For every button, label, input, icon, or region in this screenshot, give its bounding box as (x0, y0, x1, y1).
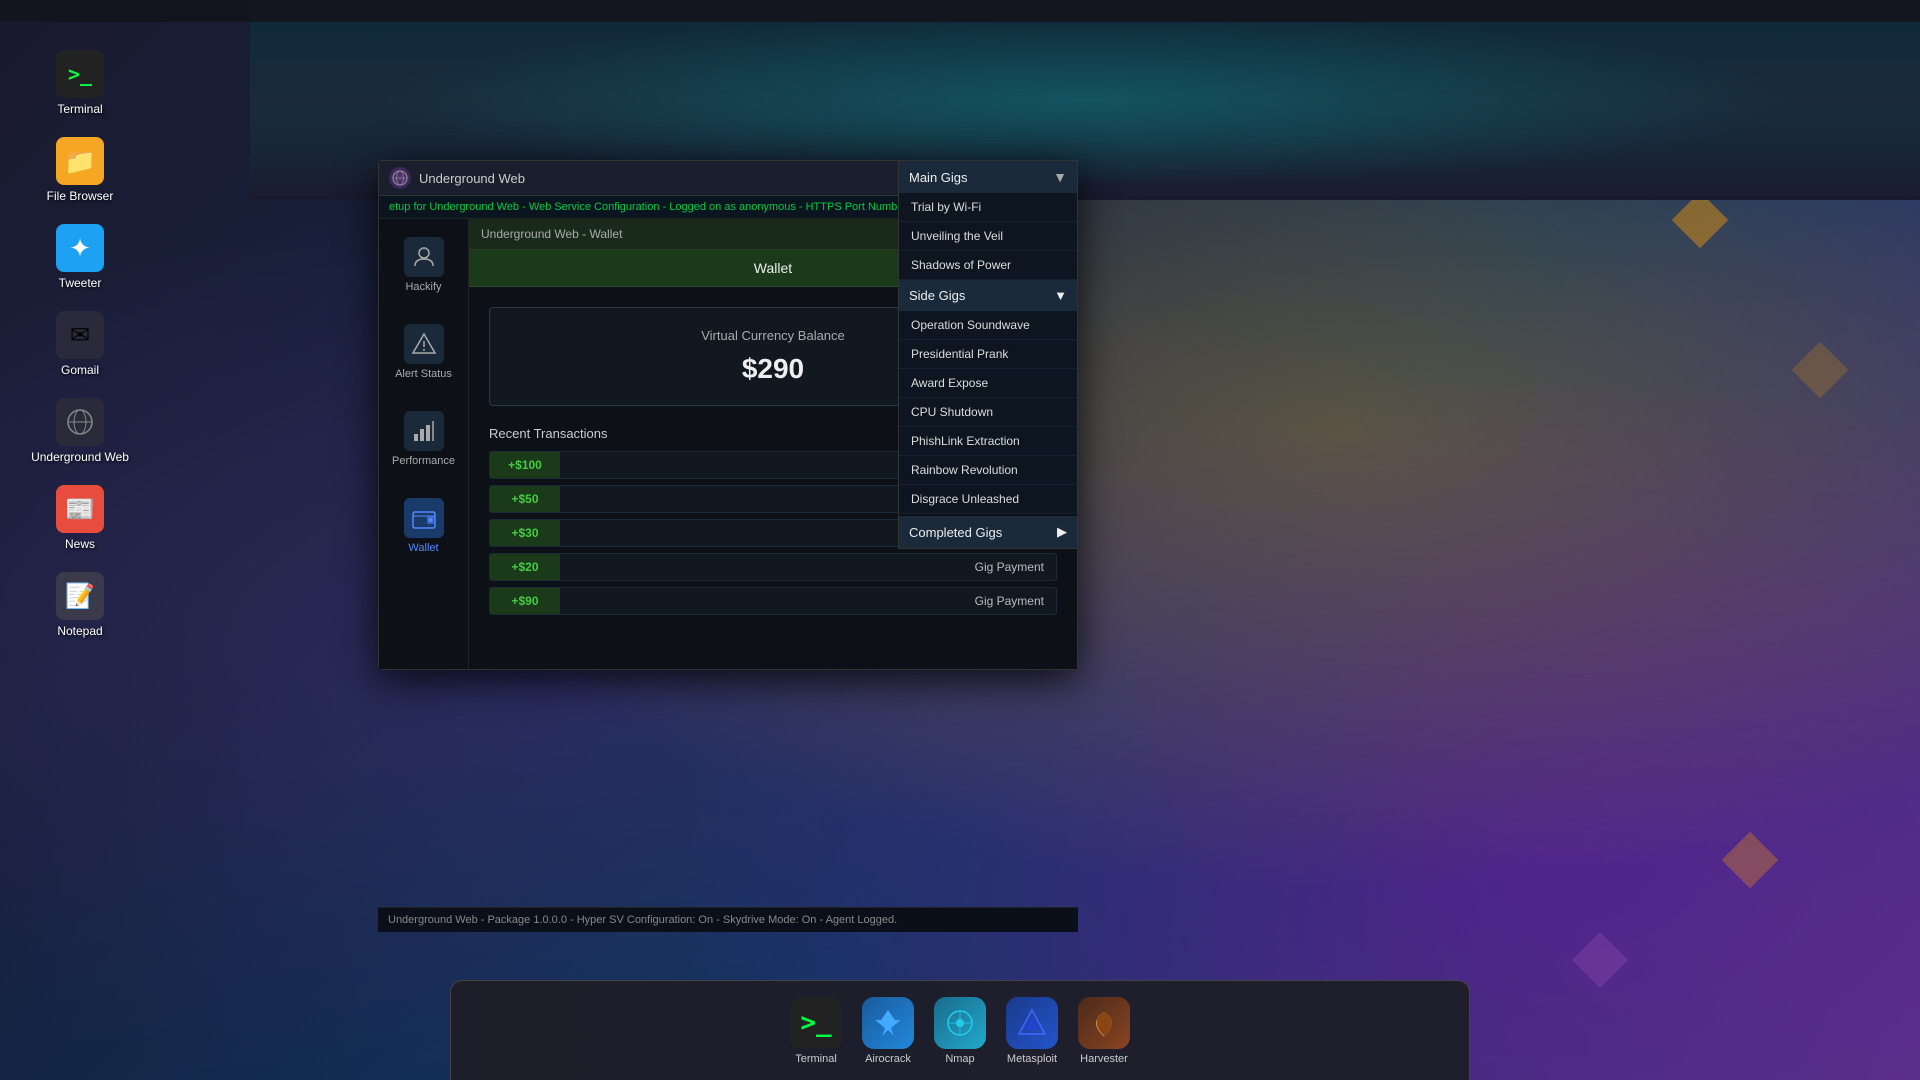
desktop-icon-filebrowser[interactable]: 📁 File Browser (0, 129, 160, 211)
side-gigs-list: Operation SoundwavePresidential PrankAwa… (899, 311, 1077, 514)
decoration-diamond-1 (1672, 192, 1729, 249)
terminal-taskbar-label: Terminal (795, 1053, 837, 1065)
underground-label: Underground Web (31, 450, 129, 464)
sidebar-item-hackify[interactable]: Hackify (384, 229, 464, 301)
gomail-label: Gomail (61, 363, 99, 377)
tx-desc-4: Gig Payment (560, 588, 1056, 614)
wallet-label: Wallet (408, 542, 438, 554)
taskbar-item-airocrack[interactable]: Airocrack (862, 997, 914, 1065)
top-bar (0, 0, 1920, 22)
completed-gigs-label: Completed Gigs (909, 525, 1002, 540)
sidebar-item-performance[interactable]: Performance (384, 403, 464, 475)
app-icon (389, 167, 411, 189)
main-gigs-label: Main Gigs (909, 170, 968, 185)
taskbar-item-terminal[interactable]: >_ Terminal (790, 997, 842, 1065)
side-gig-disgrace[interactable]: Disgrace Unleashed (899, 485, 1077, 514)
sidebar-item-alert[interactable]: Alert Status (384, 316, 464, 388)
main-gig-trial-wifi[interactable]: Trial by Wi-Fi (899, 193, 1077, 222)
tx-desc-3: Gig Payment (560, 554, 1056, 580)
desktop-icon-gomail[interactable]: ✉ Gomail (0, 303, 160, 385)
gomail-icon: ✉ (56, 311, 104, 359)
desktop-icon-underground[interactable]: Underground Web (0, 390, 160, 472)
address-text: etup for Underground Web - Web Service C… (389, 201, 979, 213)
side-gig-prank[interactable]: Presidential Prank (899, 340, 1077, 369)
hackify-label: Hackify (405, 281, 441, 293)
side-gig-soundwave[interactable]: Operation Soundwave (899, 311, 1077, 340)
notepad-label: Notepad (57, 624, 102, 638)
main-gigs-header[interactable]: Main Gigs ▼ (899, 161, 1077, 193)
terminal-label: Terminal (57, 102, 102, 116)
side-gigs-label: Side Gigs (909, 288, 965, 303)
alert-label: Alert Status (395, 368, 452, 380)
side-gig-award[interactable]: Award Expose (899, 369, 1077, 398)
main-gigs-list: Trial by Wi-FiUnveiling the VeilShadows … (899, 193, 1077, 280)
completed-gigs-arrow: ▶ (1057, 524, 1067, 540)
tx-amount-0: +$100 (490, 452, 560, 478)
filebrowser-icon: 📁 (56, 137, 104, 185)
gigs-panel: Main Gigs ▼ Trial by Wi-FiUnveiling the … (898, 160, 1078, 549)
app-sidebar: Hackify Alert Status (379, 219, 469, 669)
alert-icon (404, 324, 444, 364)
taskbar-item-nmap[interactable]: Nmap (934, 997, 986, 1065)
status-text: Underground Web - Package 1.0.0.0 - Hype… (388, 914, 897, 926)
tx-amount-4: +$90 (490, 588, 560, 614)
nmap-taskbar-label: Nmap (945, 1053, 974, 1065)
underground-icon (56, 398, 104, 446)
tx-amount-2: +$30 (490, 520, 560, 546)
main-gig-unveiling[interactable]: Unveiling the Veil (899, 222, 1077, 251)
news-icon: 📰 (56, 485, 104, 533)
side-gigs-header[interactable]: Side Gigs ▼ (899, 280, 1077, 311)
decoration-diamond-2 (1792, 342, 1849, 399)
wallet-icon (404, 498, 444, 538)
decoration-diamond-4 (1572, 932, 1629, 989)
side-gig-cpu[interactable]: CPU Shutdown (899, 398, 1077, 427)
tweeter-label: Tweeter (59, 276, 102, 290)
taskbar: >_ Terminal Airocrack Nmap Metasploit Harvest… (450, 980, 1470, 1080)
desktop-icon-news[interactable]: 📰 News (0, 477, 160, 559)
main-gigs-arrow: ▼ (1053, 169, 1067, 185)
desktop-icon-terminal[interactable]: >_ Terminal (0, 42, 160, 124)
tx-amount-1: +$50 (490, 486, 560, 512)
desktop-sidebar: >_ Terminal 📁 File Browser ✦ Tweeter ✉ G… (0, 22, 160, 666)
performance-icon (404, 411, 444, 451)
transaction-row-4: +$90 Gig Payment (489, 587, 1057, 615)
decoration-diamond-3 (1722, 832, 1779, 889)
tx-amount-3: +$20 (490, 554, 560, 580)
sidebar-item-wallet[interactable]: Wallet (384, 490, 464, 562)
taskbar-items: >_ Terminal Airocrack Nmap Metasploit Harvest… (790, 997, 1130, 1065)
desktop-icon-notepad[interactable]: 📝 Notepad (0, 564, 160, 646)
airocrack-taskbar-label: Airocrack (865, 1053, 911, 1065)
side-gigs-arrow: ▼ (1054, 288, 1067, 303)
status-bar: Underground Web - Package 1.0.0.0 - Hype… (378, 907, 1078, 932)
side-gig-rainbow[interactable]: Rainbow Revolution (899, 456, 1077, 485)
news-label: News (65, 537, 95, 551)
metasploit-taskbar-icon (1006, 997, 1058, 1049)
terminal-icon: >_ (56, 50, 104, 98)
main-gig-shadows[interactable]: Shadows of Power (899, 251, 1077, 280)
notepad-icon: 📝 (56, 572, 104, 620)
terminal-taskbar-icon: >_ (790, 997, 842, 1049)
desktop-icon-tweeter[interactable]: ✦ Tweeter (0, 216, 160, 298)
harvester-taskbar-icon (1078, 997, 1130, 1049)
tweeter-icon: ✦ (56, 224, 104, 272)
airocrack-taskbar-icon (862, 997, 914, 1049)
filebrowser-label: File Browser (47, 189, 114, 203)
harvester-taskbar-label: Harvester (1080, 1053, 1128, 1065)
performance-label: Performance (392, 455, 455, 467)
transaction-row-3: +$20 Gig Payment (489, 553, 1057, 581)
completed-gigs-header[interactable]: Completed Gigs ▶ (899, 516, 1077, 548)
taskbar-item-metasploit[interactable]: Metasploit (1006, 997, 1058, 1065)
taskbar-item-harvester[interactable]: Harvester (1078, 997, 1130, 1065)
nmap-taskbar-icon (934, 997, 986, 1049)
metasploit-taskbar-label: Metasploit (1007, 1053, 1057, 1065)
side-gig-phish[interactable]: PhishLink Extraction (899, 427, 1077, 456)
hackify-icon (404, 237, 444, 277)
